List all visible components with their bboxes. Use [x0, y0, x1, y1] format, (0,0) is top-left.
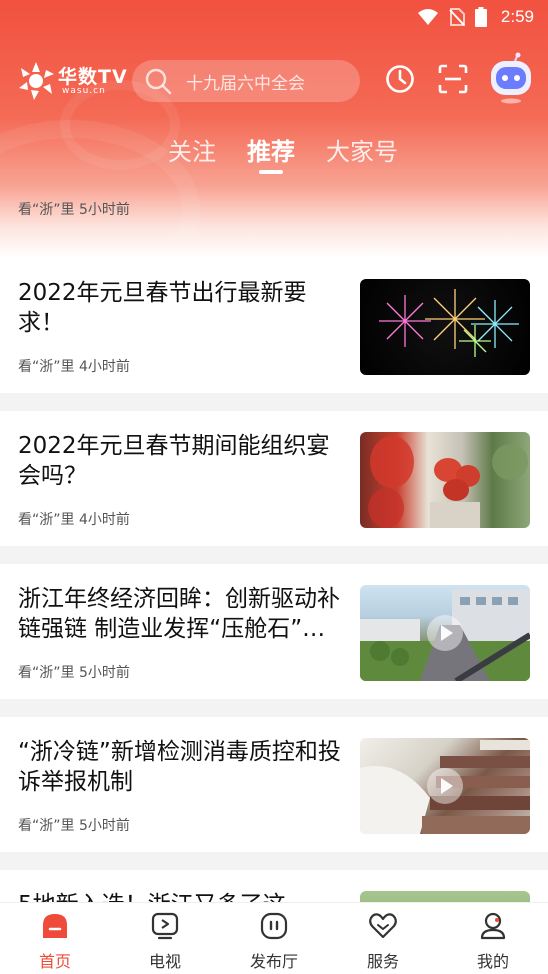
- lanterns-image: [368, 436, 528, 528]
- service-heart-icon: [369, 913, 397, 939]
- news-card[interactable]: 2022年元旦春节期间能组织宴会吗？ 看“浙”里 4小时前: [0, 411, 548, 546]
- tab-follow[interactable]: 关注: [168, 132, 216, 167]
- status-time: 2:59: [500, 7, 534, 26]
- logo-text: 华数TV: [58, 66, 128, 88]
- news-thumbnail: [360, 585, 530, 681]
- tv-icon: [151, 912, 179, 940]
- news-card[interactable]: “浙冷链”新增检测消毒质控和投诉举报机制 看“浙”里 5小时前: [0, 717, 548, 852]
- nav-home[interactable]: 首页: [0, 903, 110, 974]
- news-title: 2022年元旦春节出行最新要求！: [18, 280, 307, 336]
- search-bar[interactable]: 十九届六中全会: [132, 60, 360, 102]
- publish-icon: [260, 912, 288, 940]
- nav-profile[interactable]: 我的: [438, 903, 548, 974]
- news-title: “浙冷链”新增检测消毒质控和投诉举报机制: [18, 739, 341, 795]
- bottom-navigation: 首页 电视 发布厅 服务 我的: [0, 902, 548, 974]
- search-placeholder: 十九届六中全会: [186, 73, 305, 94]
- history-clock-icon[interactable]: [384, 63, 416, 95]
- news-meta: 看“浙”里 4小时前: [18, 512, 130, 528]
- news-title: 2022年元旦春节期间能组织宴会吗？: [18, 433, 330, 489]
- logo-subtext: wasu.cn: [62, 86, 106, 96]
- nav-label: 电视: [148, 952, 181, 971]
- news-meta: 看“浙”里 5小时前: [18, 665, 130, 681]
- tab-recommended[interactable]: 推荐: [247, 132, 295, 167]
- active-tab-indicator: [259, 170, 283, 174]
- tab-everyone[interactable]: 大家号: [326, 132, 398, 167]
- wifi-icon: [417, 9, 438, 25]
- previous-item-meta: 看“浙”里 5小时前: [18, 202, 130, 218]
- news-card[interactable]: 浙江年终经济回眸：创新驱动补链强链 制造业发挥“压舱石”作用 看“浙”里 5小时…: [0, 564, 548, 699]
- nav-service[interactable]: 服务: [328, 903, 438, 974]
- scan-icon[interactable]: [437, 63, 469, 95]
- profile-icon: [480, 912, 506, 940]
- nav-tv[interactable]: 电视: [110, 903, 220, 974]
- news-thumbnail: [360, 279, 530, 375]
- battery-icon: [474, 7, 487, 27]
- search-icon: [145, 68, 172, 95]
- play-icon: [427, 768, 463, 804]
- news-thumbnail: [360, 432, 530, 528]
- logo-mark-icon: [19, 62, 54, 100]
- nav-label: 我的: [476, 952, 509, 971]
- news-card[interactable]: 2022年元旦春节出行最新要求！ 看“浙”里 4小时前: [0, 258, 548, 393]
- robot-assistant-icon[interactable]: [488, 52, 534, 104]
- nav-publish[interactable]: 发布厅: [219, 903, 329, 974]
- news-meta: 看“浙”里 4小时前: [18, 359, 130, 375]
- nav-label: 发布厅: [249, 952, 298, 971]
- nav-label: 服务: [366, 952, 399, 971]
- news-thumbnail: [360, 738, 530, 834]
- nav-label: 首页: [38, 952, 71, 971]
- header-banner: 2:59 华数TV wasu.cn 十九届六中全会 关注 推荐 大家号 看“浙”…: [0, 0, 548, 258]
- news-title: 浙江年终经济回眸：创新驱动补链强链 制造业发挥“压舱石”作用: [18, 586, 340, 642]
- no-sim-icon: [449, 8, 465, 26]
- app-logo: 华数TV wasu.cn: [18, 58, 127, 106]
- fireworks-image: [379, 289, 519, 357]
- news-meta: 看“浙”里 5小时前: [18, 818, 130, 834]
- home-icon: [43, 914, 67, 938]
- play-icon: [427, 615, 463, 651]
- status-bar: 2:59: [0, 0, 548, 34]
